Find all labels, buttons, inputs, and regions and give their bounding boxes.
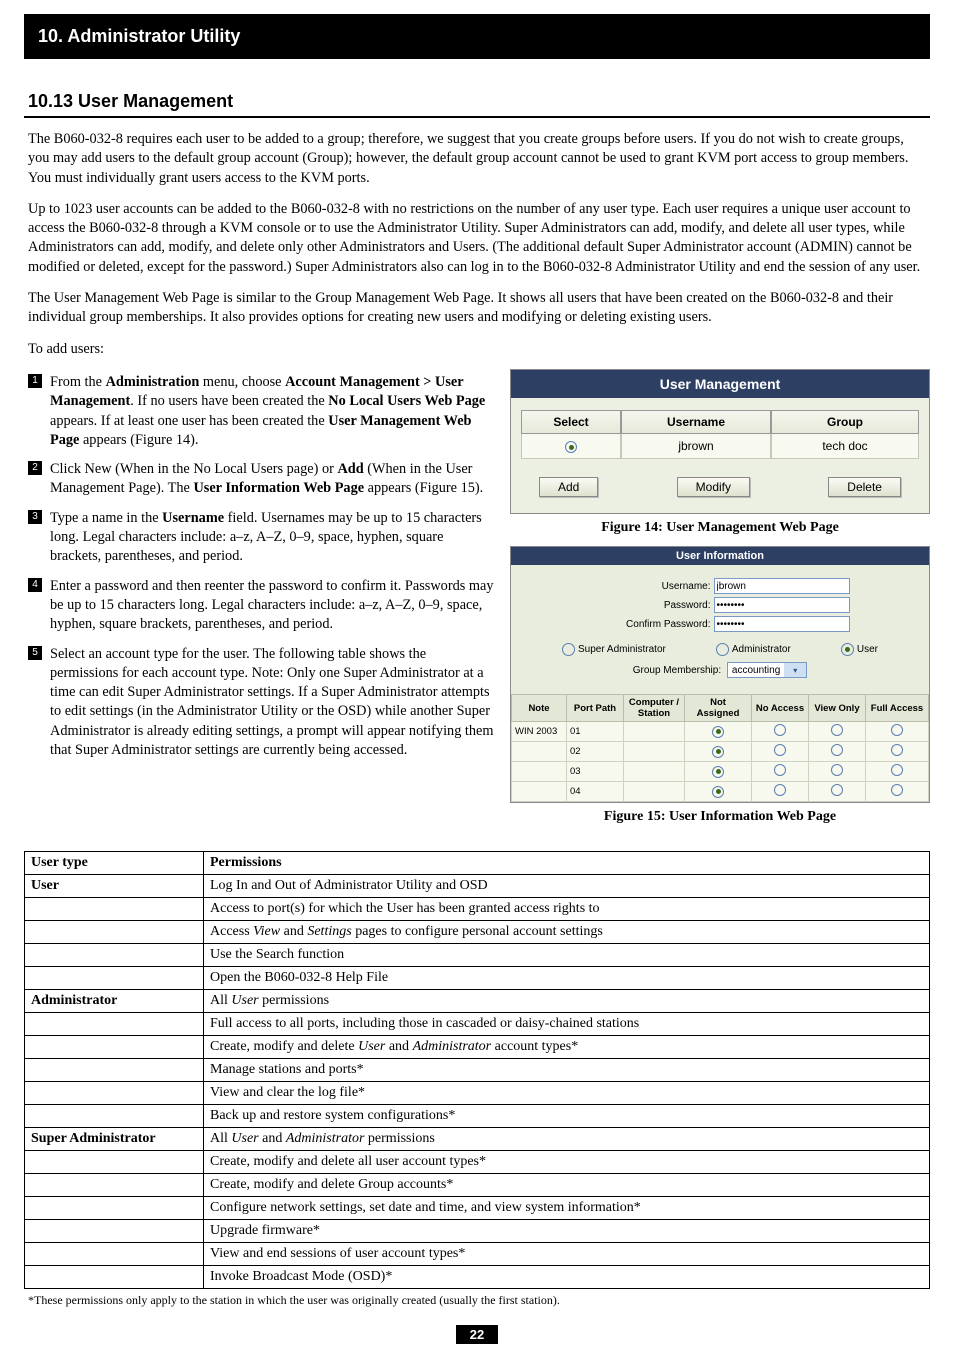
intro-paragraph-1: The B060-032-8 requires each user to be … [28,130,926,188]
footnote: *These permissions only apply to the sta… [28,1293,926,1308]
intro-paragraph-2: Up to 1023 user accounts can be added to… [28,200,926,277]
step-2: Click New (When in the No Local Users pa… [28,460,496,499]
radio-full-access[interactable] [891,784,903,796]
password-label: Password: [591,600,711,611]
radio-view-only[interactable] [831,764,843,776]
radio-full-access[interactable] [891,764,903,776]
radio-view-only[interactable] [831,724,843,736]
confirm-password-label: Confirm Password: [591,619,711,630]
th-permissions: Permissions [204,852,930,875]
th-portpath: Port Path [567,695,624,722]
table-row: 02 [512,742,929,762]
th-note: Note [512,695,567,722]
column-header-select: Select [521,410,621,434]
radio-no-access[interactable] [774,744,786,756]
cell-username: jbrown [621,434,771,459]
radio-not-assigned[interactable] [712,766,724,778]
group-membership-select[interactable]: accounting▾ [727,662,807,678]
user-information-title: User Information [511,547,929,565]
role-admin-radio[interactable]: Administrator [716,643,791,656]
group-membership-label: Group Membership: [633,665,721,676]
th-station: Computer / Station [624,695,685,722]
table-row: 04 [512,782,929,802]
radio-no-access[interactable] [774,764,786,776]
radio-full-access[interactable] [891,724,903,736]
port-access-table: Note Port Path Computer / Station Not As… [511,694,929,802]
step-4: Enter a password and then reenter the pa… [28,577,496,635]
to-add-users-label: To add users: [28,340,926,359]
role-super-admin-radio[interactable]: Super Administrator [562,643,666,656]
table-row: 03 [512,762,929,782]
radio-not-assigned[interactable] [712,726,724,738]
radio-no-access[interactable] [774,784,786,796]
user-management-title: User Management [511,370,929,398]
radio-no-access[interactable] [774,724,786,736]
step-1: From the Administration menu, choose Acc… [28,373,496,450]
cell-group: tech doc [771,434,919,459]
permissions-table: User typePermissions UserLog In and Out … [24,851,930,1289]
figure-15: User Information Username: Password: Con… [510,546,930,825]
role-user-radio[interactable]: User [841,643,878,656]
th-view-only: View Only [809,695,866,722]
intro-paragraph-3: The User Management Web Page is similar … [28,289,926,328]
figure-15-caption: Figure 15: User Information Web Page [510,809,930,825]
radio-full-access[interactable] [891,744,903,756]
page-number: 22 [456,1325,498,1344]
th-not-assigned: Not Assigned [685,695,752,722]
add-button[interactable]: Add [539,477,598,497]
figure-14-caption: Figure 14: User Management Web Page [510,520,930,536]
password-field[interactable] [714,597,850,613]
step-3: Type a name in the Username field. Usern… [28,509,496,567]
chapter-title: 10. Administrator Utility [24,14,930,59]
table-row: WIN 200301 [512,722,929,742]
radio-not-assigned[interactable] [712,786,724,798]
delete-button[interactable]: Delete [828,477,901,497]
modify-button[interactable]: Modify [677,477,750,497]
figure-14: User Management Select Username jbrown G… [510,369,930,537]
radio-view-only[interactable] [831,784,843,796]
th-user-type: User type [25,852,204,875]
confirm-password-field[interactable] [714,616,850,632]
username-label: Username: [591,581,711,592]
chevron-down-icon: ▾ [784,663,806,677]
section-title: 10.13 User Management [28,91,930,112]
select-radio[interactable] [521,434,621,460]
radio-view-only[interactable] [831,744,843,756]
column-header-username: Username [621,410,771,434]
column-header-group: Group [771,410,919,434]
th-no-access: No Access [752,695,809,722]
username-field[interactable] [714,578,850,594]
th-full-access: Full Access [866,695,929,722]
radio-not-assigned[interactable] [712,746,724,758]
step-5: Select an account type for the user. The… [28,645,496,761]
